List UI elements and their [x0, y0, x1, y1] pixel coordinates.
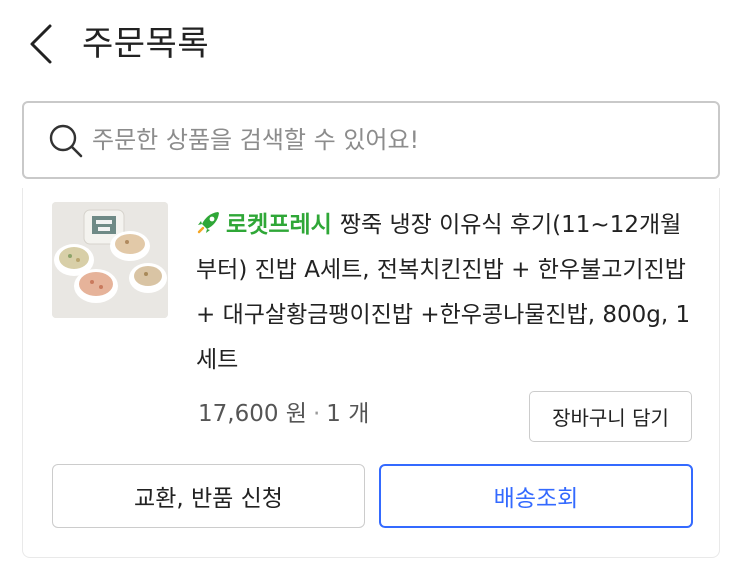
- search-box[interactable]: [22, 101, 720, 179]
- product-image: [52, 202, 168, 318]
- header: 주문목록: [0, 0, 743, 90]
- delivery-tracking-button[interactable]: 배송조회: [379, 464, 693, 528]
- search-input[interactable]: [92, 117, 692, 163]
- product-title[interactable]: 로켓프레시 짱죽 냉장 이유식 후기(11~12개월부터) 진밥 A세트, 전복치…: [196, 203, 696, 383]
- order-list-page: 주문목록 주문한 상품을 검색할 수 있어요! 로켓프레시 짱죽 냉장 이유식 …: [0, 0, 743, 579]
- back-button[interactable]: [20, 18, 64, 70]
- price-quantity: 17,600 원 · 1 개: [198, 396, 369, 432]
- quantity: 1 개: [326, 401, 370, 427]
- rocket-icon: [197, 212, 219, 234]
- product-info: 로켓프레시 짱죽 냉장 이유식 후기(11~12개월부터) 진밥 A세트, 전복치…: [196, 203, 696, 383]
- search-icon: [49, 124, 83, 158]
- add-to-cart-button[interactable]: 장바구니 담기: [529, 391, 692, 442]
- chevron-left-icon: [30, 24, 52, 64]
- price: 17,600 원: [198, 401, 307, 427]
- product-thumbnail[interactable]: [52, 202, 168, 318]
- separator: ·: [312, 401, 321, 427]
- rocket-fresh-badge: 로켓프레시: [226, 212, 332, 238]
- page-title: 주문목록: [82, 24, 210, 64]
- exchange-return-button[interactable]: 교환, 반품 신청: [52, 464, 365, 528]
